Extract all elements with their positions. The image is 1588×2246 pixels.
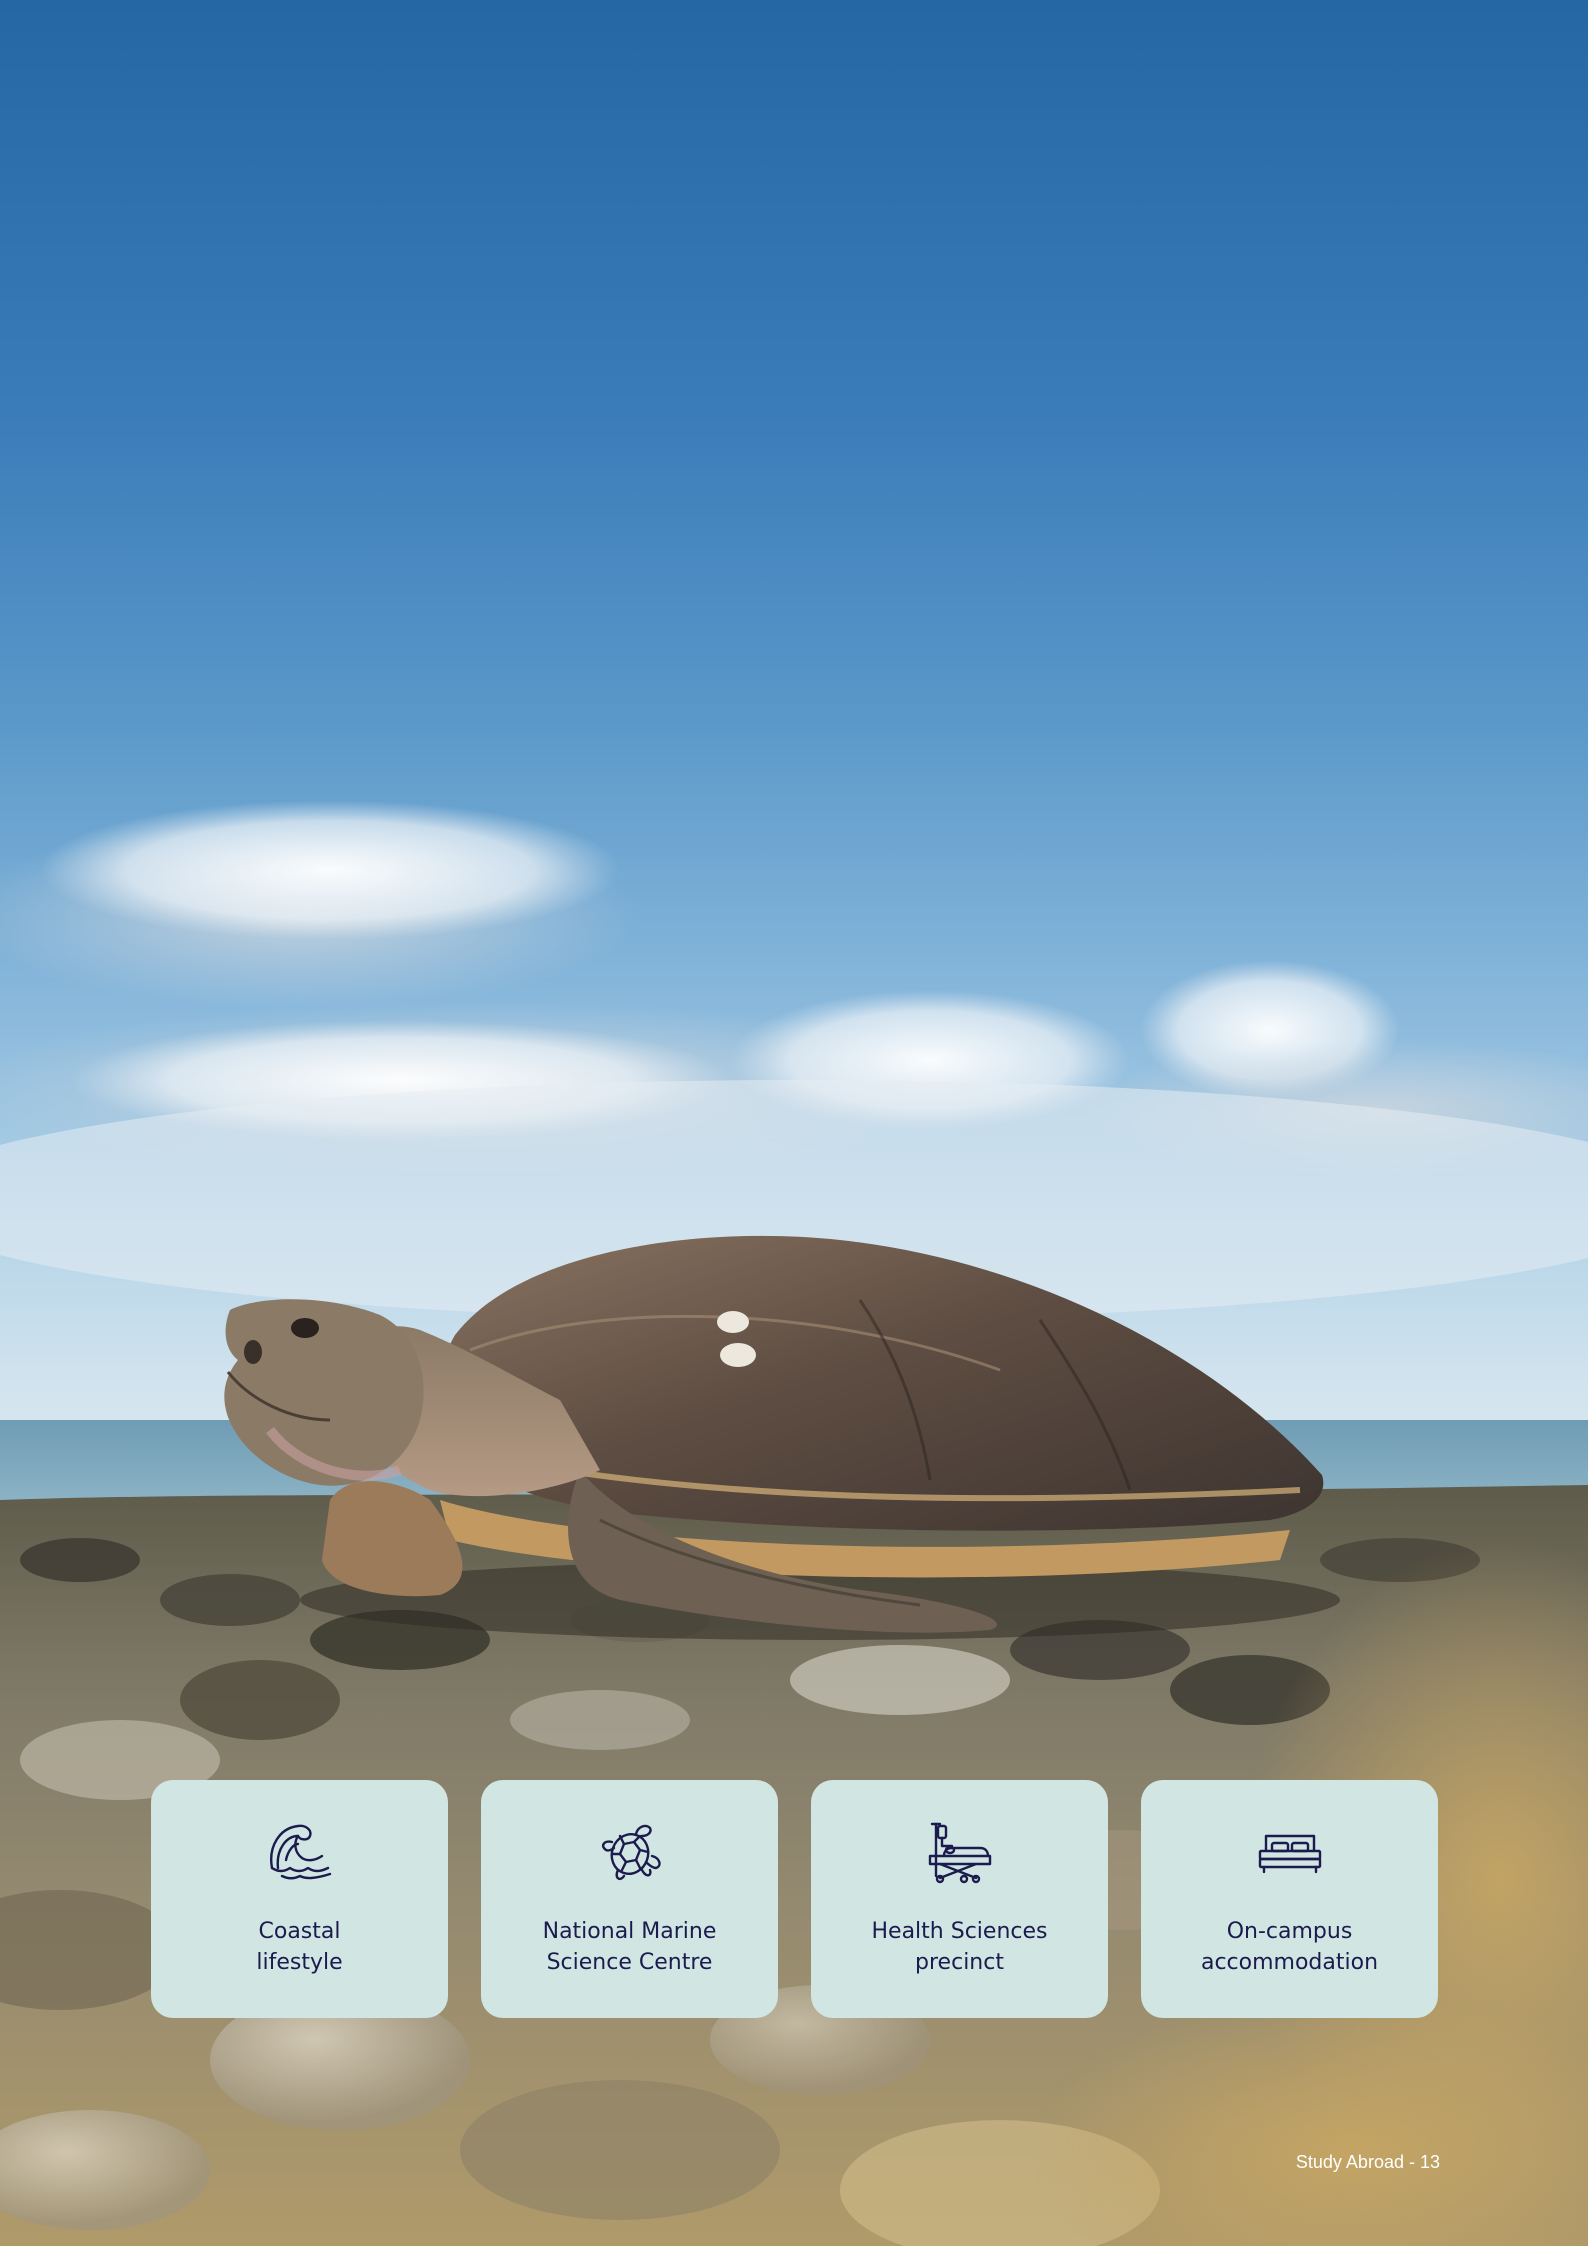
feature-card-health-sciences: Health Sciences precinct <box>811 1780 1108 2018</box>
bed-icon <box>1254 1816 1326 1886</box>
feature-label: Coastal lifestyle <box>256 1919 343 1975</box>
feature-label: On-campus accommodation <box>1200 1919 1379 1975</box>
brochure-page: Coastal lifestyle National Marine Scienc… <box>0 0 1588 2246</box>
feature-label: Health Sciences precinct <box>871 1919 1048 1975</box>
feature-card-coastal-lifestyle: Coastal lifestyle <box>151 1780 448 2018</box>
feature-cards: Coastal lifestyle National Marine Scienc… <box>151 1780 1438 2018</box>
feature-card-marine-science: National Marine Science Centre <box>481 1780 778 2018</box>
wave-icon <box>264 1816 336 1886</box>
hospital-bed-icon <box>924 1816 996 1886</box>
page-footer: Study Abroad - 13 <box>1295 2152 1440 2172</box>
feature-label: National Marine Science Centre <box>542 1919 717 1975</box>
turtle-icon <box>594 1816 666 1886</box>
feature-card-accommodation: On-campus accommodation <box>1141 1780 1438 2018</box>
